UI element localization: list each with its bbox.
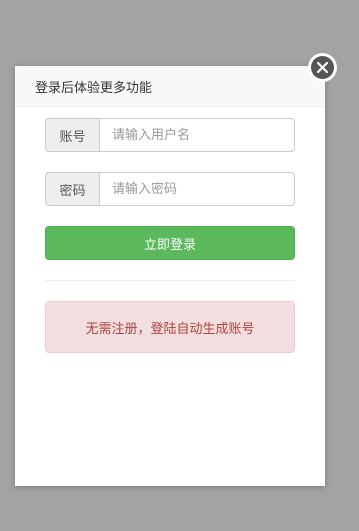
account-input-group: 账号 xyxy=(45,118,295,152)
password-input[interactable] xyxy=(99,172,295,206)
close-button[interactable] xyxy=(308,53,337,82)
password-label: 密码 xyxy=(45,172,99,206)
password-input-group: 密码 xyxy=(45,172,295,206)
login-button[interactable]: 立即登录 xyxy=(45,226,295,260)
notice-text: 无需注册，登陆自动生成账号 xyxy=(85,321,255,337)
divider xyxy=(45,280,295,281)
login-modal: 登录后体验更多功能 账号 密码 立即登录 无需注册，登陆自动生成账号 xyxy=(15,66,325,486)
modal-header: 登录后体验更多功能 xyxy=(15,66,325,107)
notice-alert: 无需注册，登陆自动生成账号 xyxy=(45,301,295,353)
modal-title: 登录后体验更多功能 xyxy=(35,80,153,96)
account-label: 账号 xyxy=(45,118,99,152)
close-icon xyxy=(311,56,334,79)
account-input[interactable] xyxy=(99,118,295,152)
